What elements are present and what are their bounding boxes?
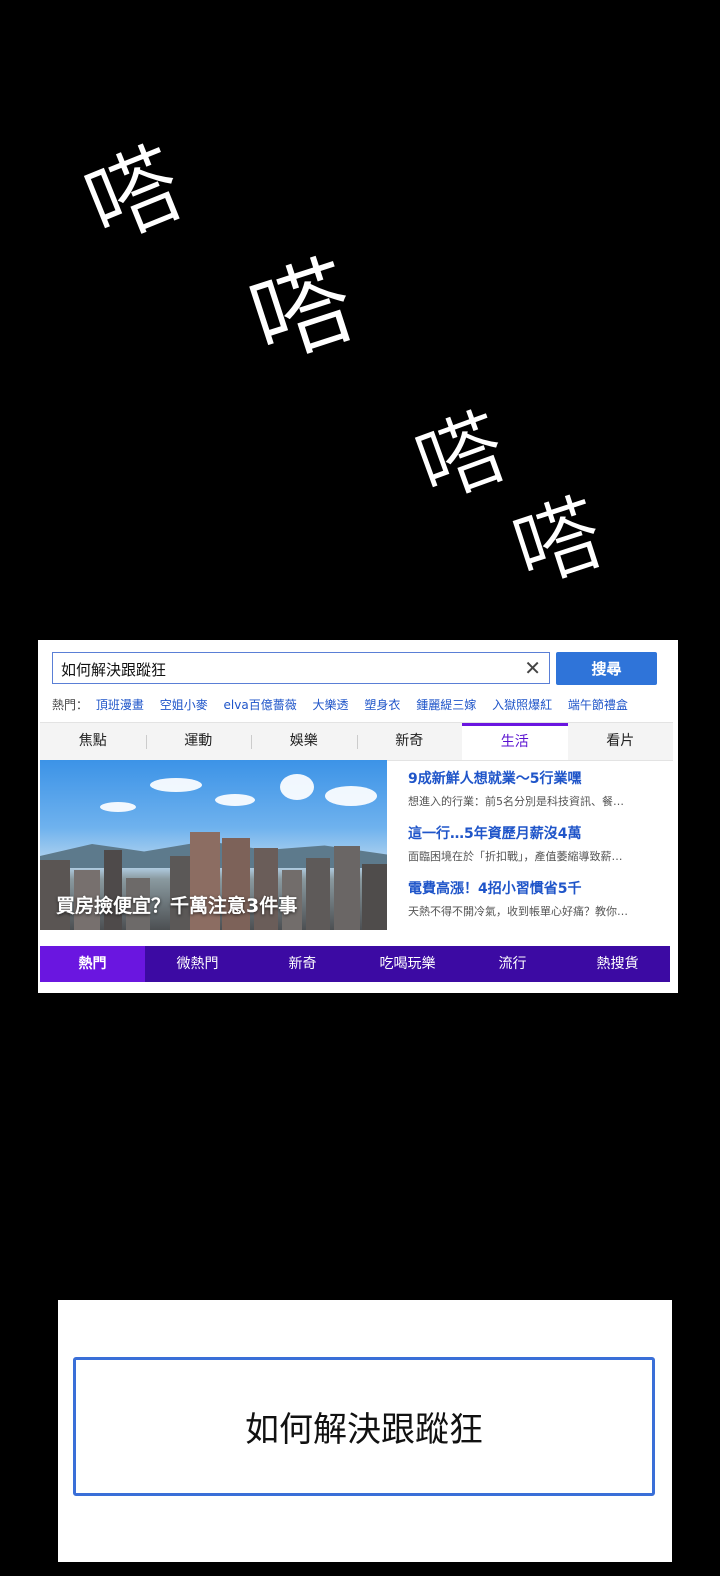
news-title[interactable]: 9成新鮮人想就業～5行業嘿 bbox=[408, 768, 668, 788]
trending-link[interactable]: 塑身衣 bbox=[364, 698, 400, 712]
tab-entertainment[interactable]: 娛樂 bbox=[251, 723, 357, 760]
hero-image[interactable]: 買房撿便宜？千萬注意3件事 bbox=[40, 760, 387, 930]
news-list: 9成新鮮人想就業～5行業嘿 想進入的行業：前5名分別是科技資訊、餐… 這一行…5… bbox=[408, 768, 668, 933]
category-fashion[interactable]: 流行 bbox=[460, 946, 565, 982]
sound-effect-text: 嗒 bbox=[71, 128, 197, 263]
zoomed-search-panel: 如何解決跟蹤狂 bbox=[58, 1300, 672, 1562]
sound-effect-text: 嗒 bbox=[403, 396, 519, 520]
category-food-fun[interactable]: 吃喝玩樂 bbox=[355, 946, 460, 982]
trending-searches: 熱門： 頂班漫畫 空姐小麥 elva百億薔薇 大樂透 塑身衣 鍾麗緹三嫁 入獄照… bbox=[52, 696, 672, 712]
search-query-text: 如何解決跟蹤狂 bbox=[61, 661, 167, 679]
zoomed-search-text: 如何解決跟蹤狂 bbox=[245, 1410, 483, 1450]
list-item[interactable]: 9成新鮮人想就業～5行業嘿 想進入的行業：前5名分別是科技資訊、餐… bbox=[408, 768, 668, 823]
trending-link[interactable]: 空姐小麥 bbox=[160, 698, 208, 712]
list-item[interactable]: 這一行…5年資歷月薪沒4萬 面臨困境在於「折扣戰」，產值萎縮導致薪… bbox=[408, 823, 668, 878]
trending-link[interactable]: 鍾麗緹三嫁 bbox=[416, 698, 476, 712]
sound-effect-text: 嗒 bbox=[501, 482, 615, 605]
search-input[interactable]: 如何解決跟蹤狂 ✕ bbox=[52, 652, 550, 684]
category-mini-hot[interactable]: 微熱門 bbox=[145, 946, 250, 982]
search-portal-panel: 如何解決跟蹤狂 ✕ 搜尋 熱門： 頂班漫畫 空姐小麥 elva百億薔薇 大樂透 … bbox=[38, 640, 678, 993]
news-description: 天熱不得不開冷氣，收到帳單心好痛？教你… bbox=[408, 905, 628, 918]
tab-focus[interactable]: 焦點 bbox=[40, 723, 146, 760]
news-description: 面臨困境在於「折扣戰」，產值萎縮導致薪… bbox=[408, 850, 623, 863]
category-tabs: 焦點 運動 娛樂 新奇 生活 看片 bbox=[40, 722, 673, 761]
trending-link[interactable]: 入獄照爆紅 bbox=[492, 698, 552, 712]
hero-caption[interactable]: 買房撿便宜？千萬注意3件事 bbox=[56, 891, 297, 918]
sound-effect-text: 嗒 bbox=[236, 240, 368, 383]
category-hot[interactable]: 熱門 bbox=[40, 946, 145, 982]
trending-label: 熱門： bbox=[52, 698, 89, 712]
bottom-category-bar: 熱門 微熱門 新奇 吃喝玩樂 流行 熱搜貨 bbox=[40, 946, 670, 982]
news-title[interactable]: 電費高漲！4招小習慣省5千 bbox=[408, 878, 668, 898]
category-hot-goods[interactable]: 熱搜貨 bbox=[565, 946, 670, 982]
trending-link[interactable]: elva百億薔薇 bbox=[224, 698, 297, 712]
tab-life[interactable]: 生活 bbox=[462, 723, 568, 760]
tab-sports[interactable]: 運動 bbox=[145, 723, 252, 760]
search-button[interactable]: 搜尋 bbox=[556, 652, 657, 685]
news-title[interactable]: 這一行…5年資歷月薪沒4萬 bbox=[408, 823, 668, 843]
close-icon[interactable]: ✕ bbox=[524, 656, 541, 680]
zoomed-search-input[interactable]: 如何解決跟蹤狂 bbox=[73, 1357, 655, 1496]
trending-link[interactable]: 端午節禮盒 bbox=[568, 698, 628, 712]
list-item[interactable]: 電費高漲！4招小習慣省5千 天熱不得不開冷氣，收到帳單心好痛？教你… bbox=[408, 878, 668, 933]
trending-link[interactable]: 頂班漫畫 bbox=[96, 698, 144, 712]
news-description: 想進入的行業：前5名分別是科技資訊、餐… bbox=[408, 795, 624, 808]
trending-link[interactable]: 大樂透 bbox=[313, 698, 349, 712]
tab-videos[interactable]: 看片 bbox=[568, 723, 674, 760]
category-novelty[interactable]: 新奇 bbox=[250, 946, 355, 982]
tab-novelty[interactable]: 新奇 bbox=[356, 723, 463, 760]
